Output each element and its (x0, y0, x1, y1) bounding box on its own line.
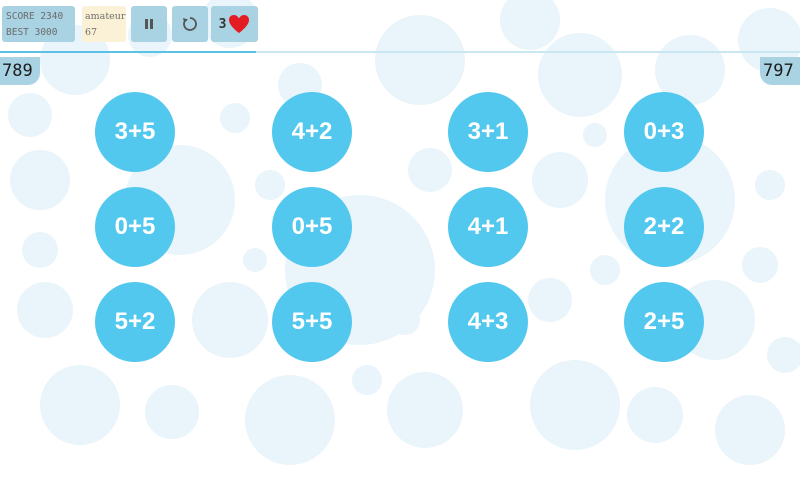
equation-bubble[interactable]: 3+5 (95, 92, 175, 172)
equation-grid: 3+5 4+2 3+1 0+3 0+5 0+5 4+1 2+2 5+2 5+5 4+3 2+5 (0, 0, 800, 480)
equation-bubble[interactable]: 0+3 (624, 92, 704, 172)
equation-bubble[interactable]: 4+3 (448, 282, 528, 362)
equation-bubble[interactable]: 5+5 (272, 282, 352, 362)
equation-bubble[interactable]: 2+2 (624, 187, 704, 267)
equation-bubble[interactable]: 2+5 (624, 282, 704, 362)
equation-bubble[interactable]: 5+2 (95, 282, 175, 362)
equation-bubble[interactable]: 4+1 (448, 187, 528, 267)
equation-bubble[interactable]: 3+1 (448, 92, 528, 172)
equation-bubble[interactable]: 4+2 (272, 92, 352, 172)
equation-bubble[interactable]: 0+5 (272, 187, 352, 267)
equation-bubble[interactable]: 0+5 (95, 187, 175, 267)
